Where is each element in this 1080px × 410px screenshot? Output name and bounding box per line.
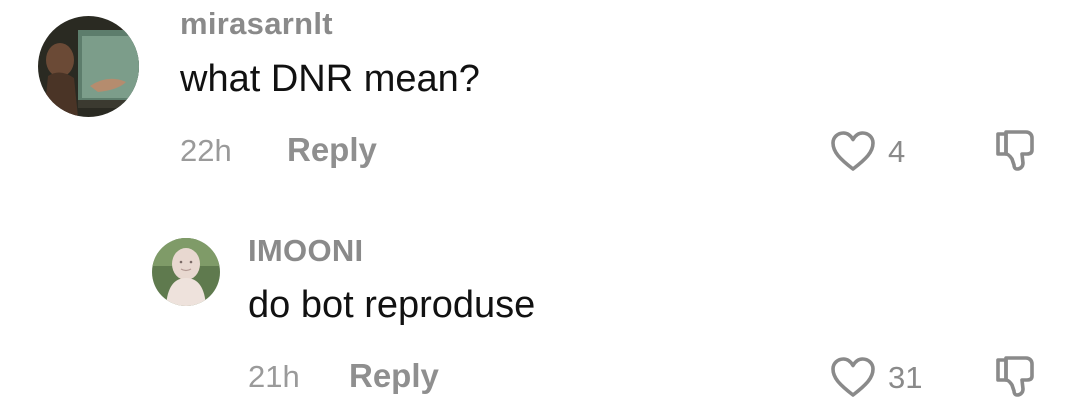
avatar-photo xyxy=(38,16,139,117)
thumbs-down-outline-icon[interactable] xyxy=(992,126,1040,174)
comment-username[interactable]: mirasarnlt xyxy=(180,6,333,42)
reply-button[interactable]: Reply xyxy=(349,357,439,395)
comment-timestamp: 21h xyxy=(248,359,300,394)
comment-username[interactable]: IMOONI xyxy=(248,233,363,269)
like-count: 4 xyxy=(888,134,906,169)
reply-button[interactable]: Reply xyxy=(287,131,377,169)
comment-timestamp: 22h xyxy=(180,133,232,168)
user-avatar[interactable] xyxy=(38,16,139,117)
heart-outline-icon[interactable] xyxy=(830,130,876,172)
comment-text: do bot reproduse xyxy=(248,284,536,326)
like-count: 31 xyxy=(888,360,923,395)
user-avatar[interactable] xyxy=(152,238,220,306)
comment-text: what DNR mean? xyxy=(180,58,480,100)
avatar-photo xyxy=(152,238,220,306)
heart-outline-icon[interactable] xyxy=(830,356,876,398)
thumbs-down-outline-icon[interactable] xyxy=(992,352,1040,400)
